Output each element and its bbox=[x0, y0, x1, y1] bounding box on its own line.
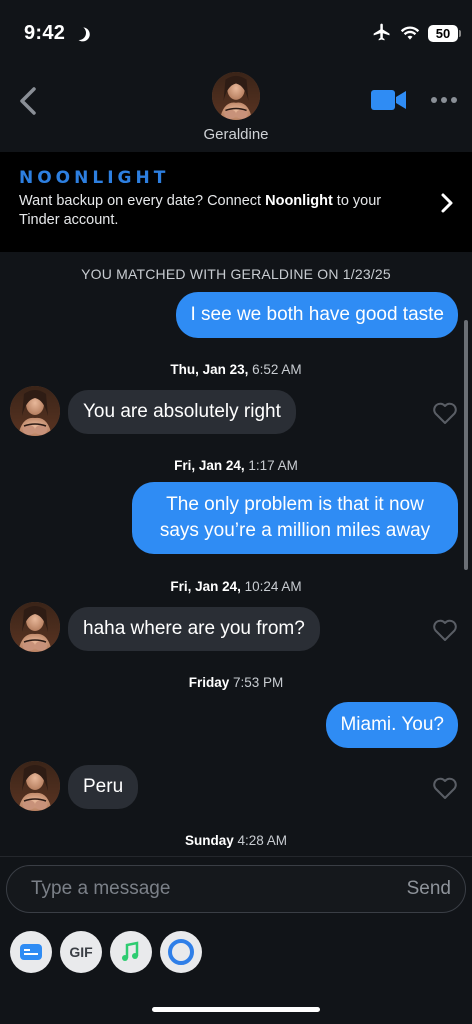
contact-avatar-small[interactable] bbox=[10, 761, 60, 811]
music-button[interactable] bbox=[110, 931, 152, 973]
send-button[interactable]: Send bbox=[407, 878, 451, 900]
timestamp-time: 10:24 AM bbox=[240, 579, 302, 594]
timestamp-time: 7:53 PM bbox=[229, 675, 284, 690]
heart-like-icon[interactable] bbox=[432, 401, 458, 425]
message-list[interactable]: YOU MATCHED WITH GERALDINE ON 1/23/25 I … bbox=[0, 252, 472, 854]
outgoing-message[interactable]: I see we both have good taste bbox=[176, 292, 458, 338]
incoming-message[interactable]: haha where are you from? bbox=[68, 607, 320, 651]
incoming-message[interactable]: Peru bbox=[68, 765, 139, 809]
chevron-right-icon bbox=[441, 193, 453, 213]
airplane-icon bbox=[373, 23, 390, 41]
gif-label: GIF bbox=[69, 944, 93, 960]
incoming-message[interactable]: You are absolutely right bbox=[68, 390, 296, 434]
contact-name[interactable]: Geraldine bbox=[0, 126, 472, 143]
scrollbar[interactable] bbox=[464, 320, 468, 570]
noonlight-banner[interactable]: NOONLIGHT Want backup on every date? Con… bbox=[0, 152, 472, 252]
battery-tip bbox=[459, 30, 461, 37]
heart-like-icon[interactable] bbox=[432, 618, 458, 642]
timestamp-day: Fri, Jan 24, bbox=[174, 458, 245, 473]
timestamp-time: 1:17 AM bbox=[244, 458, 298, 473]
timestamp-day: Fri, Jan 24, bbox=[170, 579, 241, 594]
timestamp-day: Sunday bbox=[184, 833, 234, 848]
noonlight-ring-icon bbox=[168, 939, 194, 965]
timestamp-day: Thu, Jan 23, bbox=[170, 362, 249, 377]
timestamp: Fri, Jan 24, 10:24 AM bbox=[0, 579, 472, 594]
timestamp: Sunday 4:28 AM bbox=[0, 833, 472, 848]
timestamp-time: 4:28 AM bbox=[233, 833, 288, 848]
home-indicator bbox=[152, 1007, 320, 1012]
contact-avatar-small[interactable] bbox=[10, 386, 60, 436]
chat-header: Geraldine bbox=[0, 62, 472, 152]
timestamp: Friday 7:53 PM bbox=[0, 675, 472, 690]
status-bar: 9:42 50 bbox=[0, 0, 472, 62]
id-card-icon bbox=[20, 944, 42, 960]
composer: Type a message Send GIF bbox=[0, 856, 472, 1024]
outgoing-message[interactable]: The only problem is that it now says you… bbox=[132, 482, 458, 554]
gif-button[interactable]: GIF bbox=[60, 931, 102, 973]
banner-message: Want backup on every date? Connect Noonl… bbox=[19, 192, 409, 230]
back-chevron-icon[interactable] bbox=[16, 86, 40, 116]
match-notice: YOU MATCHED WITH GERALDINE ON 1/23/25 bbox=[81, 266, 391, 282]
contact-avatar[interactable] bbox=[212, 72, 260, 120]
battery-indicator: 50 bbox=[428, 25, 458, 42]
banner-text-bold: Noonlight bbox=[265, 193, 333, 209]
banner-text-before: Want backup on every date? Connect bbox=[19, 193, 266, 209]
timestamp-day: Friday bbox=[188, 675, 230, 690]
contact-avatar-small[interactable] bbox=[10, 602, 60, 652]
noonlight-button[interactable] bbox=[160, 931, 202, 973]
music-note-icon bbox=[122, 941, 139, 961]
heart-like-icon[interactable] bbox=[432, 776, 458, 800]
message-input-placeholder: Type a message bbox=[31, 878, 171, 899]
status-time: 9:42 bbox=[24, 22, 66, 44]
outgoing-message[interactable]: Miami. You? bbox=[326, 702, 458, 748]
noonlight-logo-text: NOONLIGHT bbox=[19, 168, 170, 188]
message-input[interactable]: Type a message Send bbox=[6, 865, 466, 913]
id-card-button[interactable] bbox=[10, 931, 52, 973]
timestamp-time: 6:52 AM bbox=[248, 362, 302, 377]
wifi-icon bbox=[400, 26, 420, 40]
timestamp: Fri, Jan 24, 1:17 AM bbox=[0, 458, 472, 473]
more-options-icon[interactable] bbox=[430, 96, 458, 104]
moon-icon bbox=[70, 24, 88, 42]
video-call-icon[interactable] bbox=[370, 88, 408, 112]
timestamp: Thu, Jan 23, 6:52 AM bbox=[0, 362, 472, 377]
